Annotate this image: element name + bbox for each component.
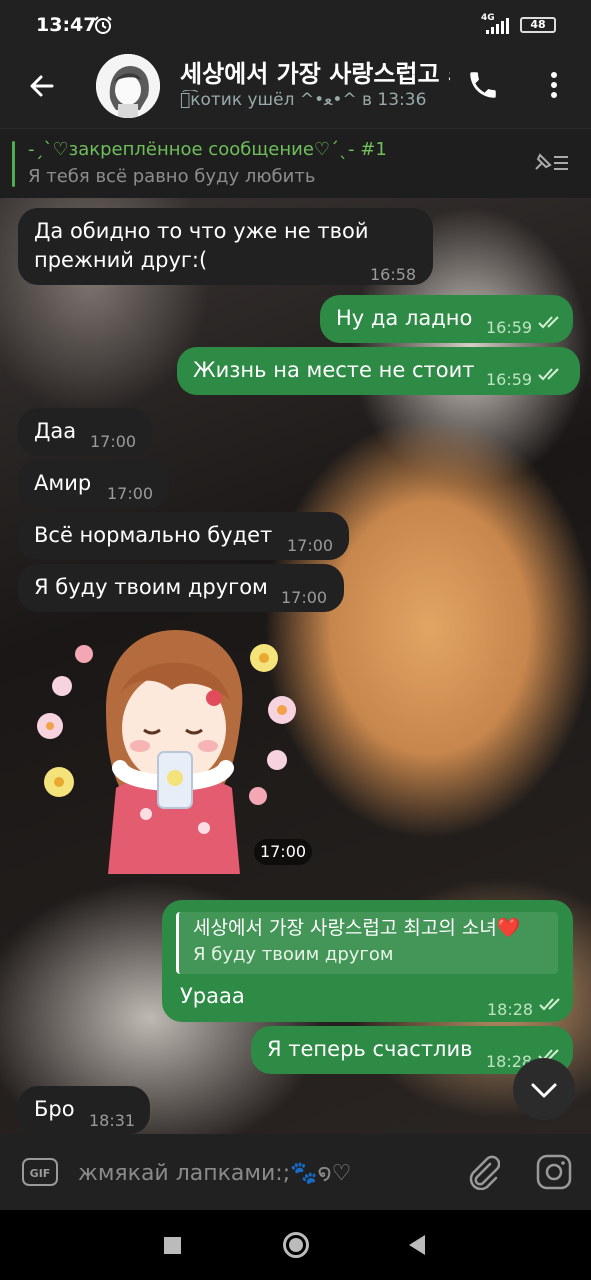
avatar[interactable] bbox=[96, 54, 160, 118]
home-dot-icon bbox=[289, 1238, 303, 1252]
sticker-time: 17:00 bbox=[254, 839, 312, 865]
alarm-icon bbox=[94, 16, 112, 34]
paperclip-icon[interactable] bbox=[466, 1154, 500, 1190]
message-time: 17:00 bbox=[90, 432, 137, 451]
message-bubble[interactable]: Даа 17:00 bbox=[18, 408, 152, 456]
svg-text:GIF: GIF bbox=[30, 1167, 51, 1180]
message-time: 17:00 bbox=[281, 588, 328, 607]
message-text: Я теперь счастлив bbox=[267, 1037, 473, 1061]
signal-icon bbox=[486, 18, 509, 34]
pinned-text: Я тебя всё равно буду любить bbox=[28, 166, 316, 187]
reply-author: 세상에서 가장 사랑스럽고 최고의 소녀❤️ bbox=[193, 917, 521, 939]
message-text: Всё нормально будет bbox=[34, 523, 273, 547]
message-bubble[interactable]: Ну да ладно 16:59 bbox=[320, 295, 573, 343]
battery-icon: 48 bbox=[520, 17, 556, 33]
message-text: Бро bbox=[34, 1097, 75, 1121]
pinned-indicator bbox=[12, 141, 15, 187]
message-time: 16:58 bbox=[370, 265, 417, 284]
home-button[interactable] bbox=[283, 1232, 309, 1258]
pinned-message-bar[interactable]: -ˏˋ♡закреплённое сообщение♡ˊˎ- #1 Я тебя… bbox=[0, 128, 591, 199]
android-nav-bar bbox=[0, 1210, 591, 1280]
avatar-drawing-icon bbox=[96, 54, 160, 118]
more-vertical-icon[interactable] bbox=[540, 68, 568, 102]
chevron-down-icon bbox=[531, 1083, 557, 1098]
message-bubble[interactable]: Амир 17:00 bbox=[18, 460, 169, 508]
message-text: Ну да ладно bbox=[336, 306, 473, 330]
arrow-left-icon[interactable] bbox=[26, 70, 58, 102]
message-time: 16:59 bbox=[486, 370, 533, 389]
instagram-camera-icon[interactable] bbox=[536, 1154, 572, 1190]
message-text: Жизнь на месте не стоит bbox=[193, 358, 475, 382]
message-time: 17:00 bbox=[107, 484, 154, 503]
chat-status: ฺ͡котик ушёл ^•ﻌ•^ в 13:36 bbox=[180, 90, 427, 110]
message-bubble-reply[interactable]: 세상에서 가장 사랑스럽고 최고의 소녀❤️ Я буду твоим друг… bbox=[162, 900, 573, 1022]
message-time: 18:31 bbox=[89, 1111, 136, 1130]
battery-level: 48 bbox=[530, 18, 546, 31]
message-time: 18:28 bbox=[487, 1000, 534, 1019]
phone-icon[interactable] bbox=[466, 68, 500, 102]
message-bubble[interactable]: Жизнь на месте не стоит 16:59 bbox=[177, 347, 580, 395]
gif-icon[interactable]: GIF bbox=[22, 1158, 58, 1186]
message-text-line: Да обидно то что уже не твой bbox=[34, 219, 369, 243]
back-nav-icon[interactable] bbox=[405, 1233, 427, 1257]
message-text: Урааа bbox=[180, 984, 245, 1008]
status-time: 13:47 bbox=[36, 14, 97, 36]
message-input[interactable] bbox=[76, 1154, 440, 1192]
message-bubble[interactable]: Бро 18:31 bbox=[18, 1086, 150, 1134]
chat-header: 세상에서 가장 사랑스럽고 최고의 소녀❤️ ฺ͡котик ушёл ^•ﻌ•… bbox=[0, 52, 591, 128]
chat-title[interactable]: 세상에서 가장 사랑스럽고 최고의 소녀❤️ bbox=[180, 54, 450, 89]
message-bubble[interactable]: Я буду твоим другом 17:00 bbox=[18, 564, 344, 612]
read-check-icon bbox=[538, 368, 559, 381]
message-text-line: прежний друг:( bbox=[34, 248, 208, 272]
message-text: Я буду твоим другом bbox=[34, 575, 268, 599]
read-check-icon bbox=[539, 998, 560, 1011]
message-bubble[interactable]: Да обидно то что уже не твой прежний дру… bbox=[18, 208, 433, 285]
message-time: 17:00 bbox=[287, 536, 334, 555]
pinned-list-icon[interactable] bbox=[532, 149, 572, 177]
status-bar: 13:47 4G 48 bbox=[0, 0, 591, 52]
recents-button[interactable] bbox=[164, 1237, 181, 1254]
message-composer: GIF bbox=[0, 1134, 591, 1210]
pinned-title: -ˏˋ♡закреплённое сообщение♡ˊˎ- #1 bbox=[28, 139, 387, 160]
reply-text: Я буду твоим другом bbox=[193, 944, 394, 965]
scroll-down-button[interactable] bbox=[513, 1058, 575, 1120]
read-check-icon bbox=[538, 316, 559, 329]
reply-quote[interactable]: 세상에서 가장 사랑스럽고 최고의 소녀❤️ Я буду твоим друг… bbox=[176, 912, 558, 974]
message-bubble[interactable]: Всё нормально будет 17:00 bbox=[18, 512, 349, 560]
message-time: 16:59 bbox=[486, 318, 533, 337]
message-text: Даа bbox=[34, 419, 77, 443]
chat-messages-area[interactable]: Да обидно то что уже не твой прежний дру… bbox=[0, 198, 591, 1134]
message-text: Амир bbox=[34, 471, 92, 495]
